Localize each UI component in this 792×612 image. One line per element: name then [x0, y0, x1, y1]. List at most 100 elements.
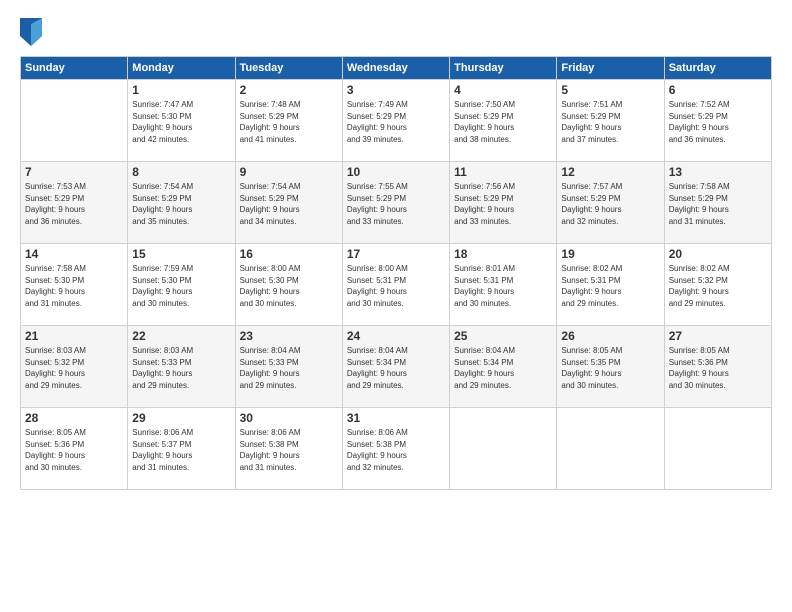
day-number: 12: [561, 165, 659, 179]
table-row: 15 Sunrise: 7:59 AMSunset: 5:30 PMDayligh…: [128, 244, 235, 326]
day-info: Sunrise: 8:02 AMSunset: 5:31 PMDaylight:…: [561, 263, 659, 309]
table-row: 18 Sunrise: 8:01 AMSunset: 5:31 PMDayligh…: [450, 244, 557, 326]
table-row: 16 Sunrise: 8:00 AMSunset: 5:30 PMDayligh…: [235, 244, 342, 326]
day-number: 8: [132, 165, 230, 179]
day-number: 3: [347, 83, 445, 97]
day-number: 18: [454, 247, 552, 261]
day-info: Sunrise: 8:05 AMSunset: 5:36 PMDaylight:…: [669, 345, 767, 391]
day-number: 26: [561, 329, 659, 343]
day-number: 31: [347, 411, 445, 425]
calendar-week-4: 28 Sunrise: 8:05 AMSunset: 5:36 PMDayligh…: [21, 408, 772, 490]
table-row: 4 Sunrise: 7:50 AMSunset: 5:29 PMDaylight…: [450, 80, 557, 162]
table-row: 26 Sunrise: 8:05 AMSunset: 5:35 PMDayligh…: [557, 326, 664, 408]
day-number: 7: [25, 165, 123, 179]
table-row: 13Sunrise: 7:58 AMSunset: 5:29 PMDayligh…: [664, 162, 771, 244]
day-info: Sunrise: 8:06 AMSunset: 5:37 PMDaylight:…: [132, 427, 230, 473]
day-number: 19: [561, 247, 659, 261]
day-info: Sunrise: 8:00 AMSunset: 5:31 PMDaylight:…: [347, 263, 445, 309]
day-number: 4: [454, 83, 552, 97]
table-row: 24Sunrise: 8:04 AMSunset: 5:34 PMDayligh…: [342, 326, 449, 408]
day-info: Sunrise: 8:03 AMSunset: 5:32 PMDaylight:…: [25, 345, 123, 391]
day-info: Sunrise: 7:58 AMSunset: 5:30 PMDaylight:…: [25, 263, 123, 309]
day-info: Sunrise: 7:56 AMSunset: 5:29 PMDaylight:…: [454, 181, 552, 227]
day-number: 14: [25, 247, 123, 261]
day-number: 28: [25, 411, 123, 425]
logo-icon: [20, 18, 42, 46]
day-number: 11: [454, 165, 552, 179]
table-row: 10Sunrise: 7:55 AMSunset: 5:29 PMDayligh…: [342, 162, 449, 244]
weekday-header-tuesday: Tuesday: [235, 57, 342, 80]
table-row: 19 Sunrise: 8:02 AMSunset: 5:31 PMDayligh…: [557, 244, 664, 326]
weekday-header-thursday: Thursday: [450, 57, 557, 80]
table-row: 7 Sunrise: 7:53 AMSunset: 5:29 PMDaylight…: [21, 162, 128, 244]
day-info: Sunrise: 8:02 AMSunset: 5:32 PMDaylight:…: [669, 263, 767, 309]
day-number: 27: [669, 329, 767, 343]
calendar: SundayMondayTuesdayWednesdayThursdayFrid…: [20, 56, 772, 490]
day-info: Sunrise: 7:54 AMSunset: 5:29 PMDaylight:…: [240, 181, 338, 227]
day-number: 30: [240, 411, 338, 425]
day-info: Sunrise: 7:48 AMSunset: 5:29 PMDaylight:…: [240, 99, 338, 145]
weekday-header-sunday: Sunday: [21, 57, 128, 80]
day-number: 6: [669, 83, 767, 97]
day-info: Sunrise: 8:04 AMSunset: 5:34 PMDaylight:…: [347, 345, 445, 391]
day-number: 2: [240, 83, 338, 97]
table-row: 20 Sunrise: 8:02 AMSunset: 5:32 PMDayligh…: [664, 244, 771, 326]
table-row: 1 Sunrise: 7:47 AMSunset: 5:30 PMDaylight…: [128, 80, 235, 162]
day-number: 13: [669, 165, 767, 179]
calendar-week-0: 1 Sunrise: 7:47 AMSunset: 5:30 PMDaylight…: [21, 80, 772, 162]
table-row: 17 Sunrise: 8:00 AMSunset: 5:31 PMDayligh…: [342, 244, 449, 326]
day-info: Sunrise: 8:04 AMSunset: 5:34 PMDaylight:…: [454, 345, 552, 391]
table-row: 2 Sunrise: 7:48 AMSunset: 5:29 PMDaylight…: [235, 80, 342, 162]
table-row: 9 Sunrise: 7:54 AMSunset: 5:29 PMDaylight…: [235, 162, 342, 244]
weekday-header-wednesday: Wednesday: [342, 57, 449, 80]
table-row: 27 Sunrise: 8:05 AMSunset: 5:36 PMDayligh…: [664, 326, 771, 408]
table-row: [664, 408, 771, 490]
day-number: 15: [132, 247, 230, 261]
weekday-header-friday: Friday: [557, 57, 664, 80]
day-info: Sunrise: 8:04 AMSunset: 5:33 PMDaylight:…: [240, 345, 338, 391]
table-row: 31Sunrise: 8:06 AMSunset: 5:38 PMDayligh…: [342, 408, 449, 490]
day-info: Sunrise: 7:50 AMSunset: 5:29 PMDaylight:…: [454, 99, 552, 145]
day-info: Sunrise: 8:00 AMSunset: 5:30 PMDaylight:…: [240, 263, 338, 309]
day-info: Sunrise: 7:47 AMSunset: 5:30 PMDaylight:…: [132, 99, 230, 145]
table-row: 30 Sunrise: 8:06 AMSunset: 5:38 PMDayligh…: [235, 408, 342, 490]
day-info: Sunrise: 7:59 AMSunset: 5:30 PMDaylight:…: [132, 263, 230, 309]
table-row: 21 Sunrise: 8:03 AMSunset: 5:32 PMDayligh…: [21, 326, 128, 408]
calendar-week-1: 7 Sunrise: 7:53 AMSunset: 5:29 PMDaylight…: [21, 162, 772, 244]
weekday-header-row: SundayMondayTuesdayWednesdayThursdayFrid…: [21, 57, 772, 80]
header: [20, 18, 772, 46]
table-row: [557, 408, 664, 490]
day-number: 20: [669, 247, 767, 261]
table-row: 25 Sunrise: 8:04 AMSunset: 5:34 PMDayligh…: [450, 326, 557, 408]
day-number: 21: [25, 329, 123, 343]
table-row: 23 Sunrise: 8:04 AMSunset: 5:33 PMDayligh…: [235, 326, 342, 408]
day-info: Sunrise: 8:05 AMSunset: 5:35 PMDaylight:…: [561, 345, 659, 391]
day-info: Sunrise: 7:54 AMSunset: 5:29 PMDaylight:…: [132, 181, 230, 227]
day-number: 17: [347, 247, 445, 261]
table-row: 5Sunrise: 7:51 AMSunset: 5:29 PMDaylight…: [557, 80, 664, 162]
table-row: 12 Sunrise: 7:57 AMSunset: 5:29 PMDayligh…: [557, 162, 664, 244]
weekday-header-saturday: Saturday: [664, 57, 771, 80]
day-number: 1: [132, 83, 230, 97]
calendar-header: SundayMondayTuesdayWednesdayThursdayFrid…: [21, 57, 772, 80]
day-number: 9: [240, 165, 338, 179]
calendar-week-3: 21 Sunrise: 8:03 AMSunset: 5:32 PMDayligh…: [21, 326, 772, 408]
day-info: Sunrise: 7:53 AMSunset: 5:29 PMDaylight:…: [25, 181, 123, 227]
day-info: Sunrise: 8:01 AMSunset: 5:31 PMDaylight:…: [454, 263, 552, 309]
day-info: Sunrise: 7:49 AMSunset: 5:29 PMDaylight:…: [347, 99, 445, 145]
day-info: Sunrise: 7:51 AMSunset: 5:29 PMDaylight:…: [561, 99, 659, 145]
day-number: 29: [132, 411, 230, 425]
table-row: 3 Sunrise: 7:49 AMSunset: 5:29 PMDaylight…: [342, 80, 449, 162]
day-info: Sunrise: 8:06 AMSunset: 5:38 PMDaylight:…: [240, 427, 338, 473]
table-row: 11 Sunrise: 7:56 AMSunset: 5:29 PMDayligh…: [450, 162, 557, 244]
day-number: 25: [454, 329, 552, 343]
table-row: 22Sunrise: 8:03 AMSunset: 5:33 PMDayligh…: [128, 326, 235, 408]
day-number: 23: [240, 329, 338, 343]
day-info: Sunrise: 7:52 AMSunset: 5:29 PMDaylight:…: [669, 99, 767, 145]
logo: [20, 18, 46, 46]
table-row: 14 Sunrise: 7:58 AMSunset: 5:30 PMDayligh…: [21, 244, 128, 326]
day-number: 16: [240, 247, 338, 261]
table-row: [21, 80, 128, 162]
day-info: Sunrise: 8:05 AMSunset: 5:36 PMDaylight:…: [25, 427, 123, 473]
day-info: Sunrise: 7:57 AMSunset: 5:29 PMDaylight:…: [561, 181, 659, 227]
